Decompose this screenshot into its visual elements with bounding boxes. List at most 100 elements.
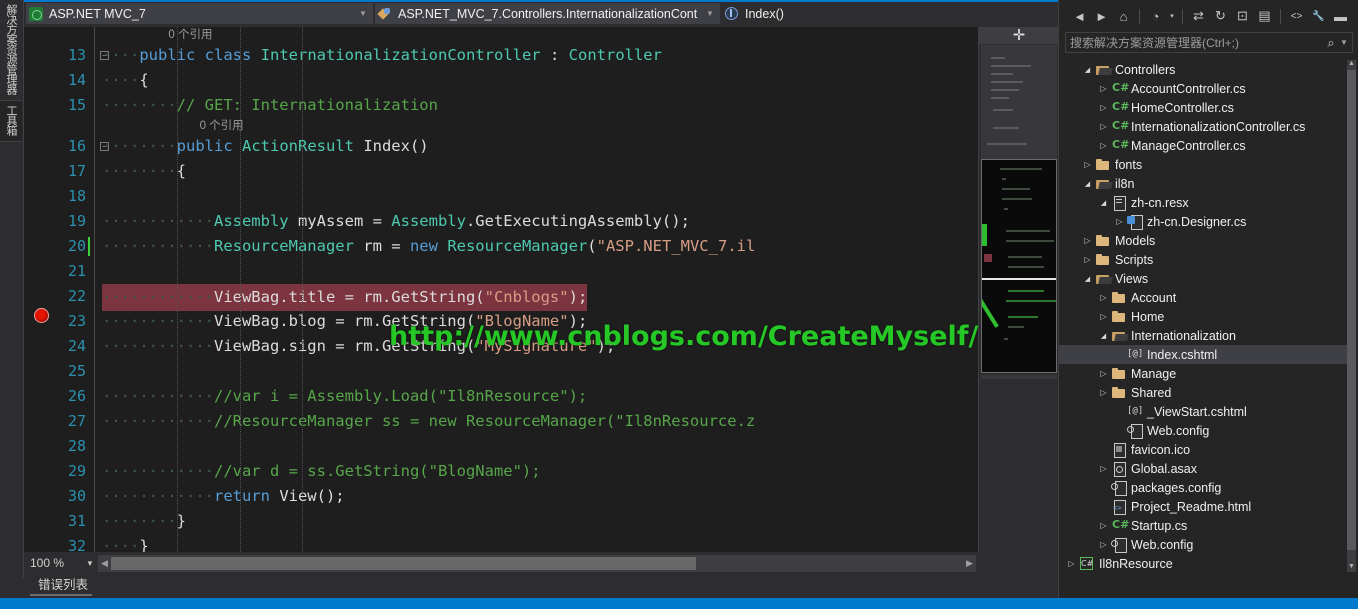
tree-item-homecontroller-cs[interactable]: ▷ C# HomeController.cs (1059, 98, 1347, 117)
code-line[interactable]: 30 ············return View(); (24, 484, 978, 509)
tree-item-favicon-ico[interactable]: favicon.ico (1059, 440, 1347, 459)
chevron-down-icon[interactable]: ▼ (703, 9, 717, 18)
chevron-right-icon[interactable]: ▷ (1097, 84, 1110, 93)
chevron-down-icon[interactable]: ▼ (356, 9, 370, 18)
tree-item-controllers[interactable]: ◢ Controllers (1059, 60, 1347, 79)
tree-item-il8n[interactable]: ◢ il8n (1059, 174, 1347, 193)
show-all-files-icon[interactable]: <> (1286, 6, 1307, 27)
code-line[interactable]: 21 (24, 259, 978, 284)
scroll-right-icon[interactable]: ▶ (963, 558, 976, 569)
code-line[interactable]: 29 ············//var d = ss.GetString("Bl… (24, 459, 978, 484)
tree-item-models[interactable]: ▷ Models (1059, 231, 1347, 250)
tree-item-views[interactable]: ◢ Views (1059, 269, 1347, 288)
tree-item-index-cshtml[interactable]: [@] Index.cshtml (1059, 345, 1347, 364)
chevron-right-icon[interactable]: ▷ (1081, 236, 1094, 245)
chevron-right-icon[interactable]: ▷ (1065, 559, 1078, 568)
class-combobox[interactable]: ASP.NET_MVC_7.Controllers.Internationali… (375, 3, 720, 24)
code-text-area[interactable]: 0 个引用 13− ····public class Internationaliz… (24, 27, 978, 552)
back-icon[interactable]: ◄ (1069, 6, 1090, 27)
code-line[interactable]: 28 (24, 434, 978, 459)
tree-item-manage[interactable]: ▷ Manage (1059, 364, 1347, 383)
code-line[interactable]: 17 ········{ (24, 159, 978, 184)
code-line[interactable]: 32 ····} (24, 534, 978, 552)
tab-error-list[interactable]: 错误列表 (30, 574, 97, 596)
codelens-reference-count[interactable]: 0 个引用 (200, 118, 244, 134)
code-line[interactable]: 22 ············ViewBag.title = rm.GetStri… (24, 284, 978, 311)
tree-item-account[interactable]: ▷ Account (1059, 288, 1347, 307)
code-line[interactable]: 31 ········} (24, 509, 978, 534)
wrench-icon[interactable]: 🔧 (1308, 6, 1329, 27)
search-dropdown-icon[interactable]: ▼ (1340, 38, 1352, 47)
scroll-down-icon[interactable]: ▼ (1347, 563, 1356, 572)
code-line[interactable]: 27 ············//ResourceManager ss = new… (24, 409, 978, 434)
solution-tree-scrollbar-thumb[interactable] (1347, 70, 1356, 550)
code-line[interactable]: 20 ············ResourceManager rm = new R… (24, 234, 978, 259)
chevron-right-icon[interactable]: ▷ (1097, 312, 1110, 321)
codelens-reference-count[interactable]: 0 个引用 (168, 27, 212, 43)
tree-item-accountcontroller-cs[interactable]: ▷ C# AccountController.cs (1059, 79, 1347, 98)
scroll-left-icon[interactable]: ◀ (98, 558, 111, 569)
tree-item-scripts[interactable]: ▷ Scripts (1059, 250, 1347, 269)
pending-changes-dropdown-icon[interactable]: ▾ (1167, 6, 1177, 27)
tree-item-managecontroller-cs[interactable]: ▷ C# ManageController.cs (1059, 136, 1347, 155)
tree-item-internationalizationcontroller-cs[interactable]: ▷ C# InternationalizationController.cs (1059, 117, 1347, 136)
tree-item-internationalization[interactable]: ◢ Internationalization (1059, 326, 1347, 345)
forward-icon[interactable]: ► (1091, 6, 1112, 27)
chevron-right-icon[interactable]: ▷ (1097, 388, 1110, 397)
editor-map-column[interactable]: ✛ (978, 27, 1059, 552)
tree-item--viewstart-cshtml[interactable]: [@] _ViewStart.cshtml (1059, 402, 1347, 421)
tree-item-web-config[interactable]: ▷ Web.config (1059, 535, 1347, 554)
project-combobox[interactable]: ASP.NET MVC_7 ▼ (26, 3, 373, 24)
chevron-right-icon[interactable]: ▷ (1097, 521, 1110, 530)
code-map-preview[interactable] (981, 159, 1057, 373)
code-line[interactable]: 14 ····{ (24, 68, 978, 93)
chevron-down-icon[interactable]: ◢ (1081, 275, 1094, 283)
chevron-down-icon[interactable]: ◢ (1081, 180, 1094, 188)
solution-tree-scrollbar[interactable]: ▲ ▼ (1347, 60, 1356, 572)
tree-item-shared[interactable]: ▷ Shared (1059, 383, 1347, 402)
tree-item-zh-cn-resx[interactable]: ◢ zh-cn.resx (1059, 193, 1347, 212)
code-line[interactable]: 16− ········public ActionResult Index() (24, 134, 978, 159)
preview-selected-icon[interactable]: ▬ (1330, 6, 1351, 27)
horizontal-scrollbar-thumb[interactable] (111, 556, 696, 570)
tree-item-zh-cn-designer-cs[interactable]: ▷ zh-cn.Designer.cs (1059, 212, 1347, 231)
code-line[interactable]: 25 (24, 359, 978, 384)
horizontal-scrollbar[interactable]: ◀ ▶ (98, 554, 976, 572)
tree-item-fonts[interactable]: ▷ fonts (1059, 155, 1347, 174)
zoom-level[interactable]: 100 % (24, 554, 82, 572)
tree-item-packages-config[interactable]: packages.config (1059, 478, 1347, 497)
tree-item-global-asax[interactable]: ▷ Global.asax (1059, 459, 1347, 478)
refresh-icon[interactable]: ↻ (1210, 6, 1231, 27)
code-line[interactable]: 15 ········// GET: Internationalization (24, 93, 978, 118)
properties-icon[interactable]: ▤ (1254, 6, 1275, 27)
tree-item-home[interactable]: ▷ Home (1059, 307, 1347, 326)
chevron-down-icon[interactable]: ◢ (1097, 332, 1110, 340)
tree-item-web-config[interactable]: Web.config (1059, 421, 1347, 440)
chevron-right-icon[interactable]: ▷ (1097, 293, 1110, 302)
search-input[interactable]: 搜索解决方案资源管理器(Ctrl+;) (1066, 34, 1322, 51)
pending-changes-icon[interactable]: ◔ (1145, 6, 1166, 27)
tree-item-project-readme-html[interactable]: Project_Readme.html (1059, 497, 1347, 516)
solution-tree[interactable]: ◢ Controllers ▷ C# AccountController.cs ▷ C# Ho… (1059, 60, 1347, 572)
vtab-solution-explorer[interactable]: 解决方案资源管理器 (0, 0, 22, 101)
code-line[interactable]: 26 ············//var i = Assembly.Load("I… (24, 384, 978, 409)
scroll-up-icon[interactable]: ▲ (1347, 60, 1356, 69)
split-view-handle[interactable]: ✛ (979, 27, 1059, 45)
code-line[interactable]: 18 (24, 184, 978, 209)
chevron-right-icon[interactable]: ▷ (1097, 369, 1110, 378)
tree-item-il8nresource[interactable]: ▷ C# Il8nResource (1059, 554, 1347, 573)
sync-icon[interactable]: ⇄ (1188, 6, 1209, 27)
collapse-all-icon[interactable]: ⊡ (1232, 6, 1253, 27)
chevron-right-icon[interactable]: ▷ (1097, 122, 1110, 131)
search-box[interactable]: 搜索解决方案资源管理器(Ctrl+;) ⌕ ▼ (1065, 32, 1353, 53)
chevron-down-icon[interactable]: ◢ (1081, 66, 1094, 74)
chevron-right-icon[interactable]: ▷ (1097, 103, 1110, 112)
chevron-right-icon[interactable]: ▷ (1097, 141, 1110, 150)
search-icon[interactable]: ⌕ (1322, 35, 1340, 51)
tree-item-startup-cs[interactable]: ▷ C# Startup.cs (1059, 516, 1347, 535)
chevron-right-icon[interactable]: ▷ (1097, 540, 1110, 549)
home-icon[interactable]: ⌂ (1113, 6, 1134, 27)
chevron-right-icon[interactable]: ▷ (1081, 160, 1094, 169)
chevron-right-icon[interactable]: ▷ (1113, 217, 1126, 226)
code-editor[interactable]: 0 个引用 13− ····public class Internationaliz… (24, 27, 978, 552)
